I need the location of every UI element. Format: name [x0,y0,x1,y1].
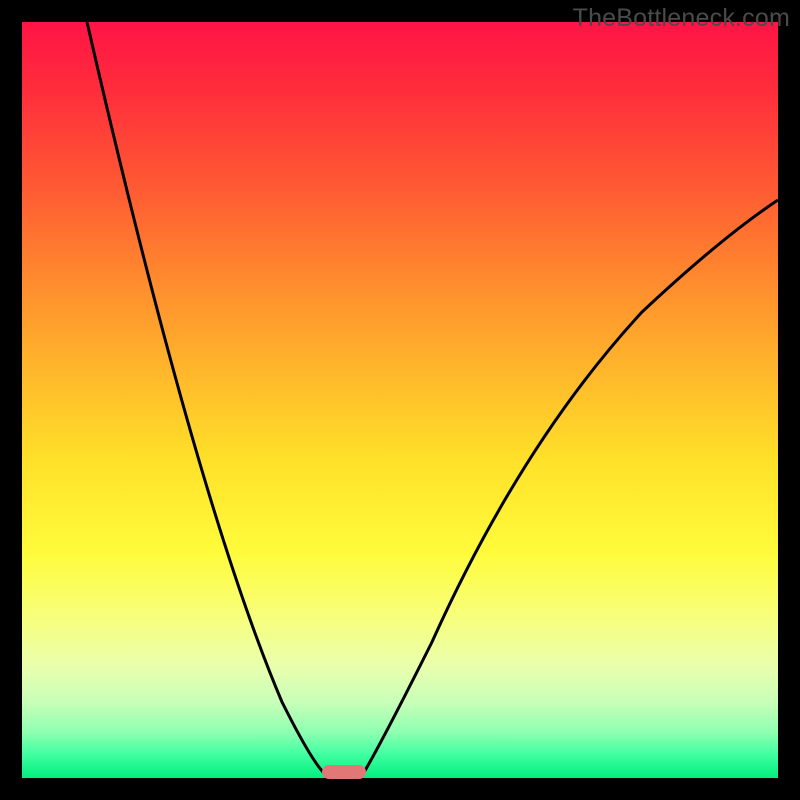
chart-frame: TheBottleneck.com [0,0,800,800]
curve-right-branch [363,200,778,774]
watermark-text: TheBottleneck.com [573,4,790,33]
plot-area [22,22,778,778]
optimal-marker [322,765,366,779]
bottleneck-curve [22,22,778,778]
curve-left-branch [87,22,325,774]
